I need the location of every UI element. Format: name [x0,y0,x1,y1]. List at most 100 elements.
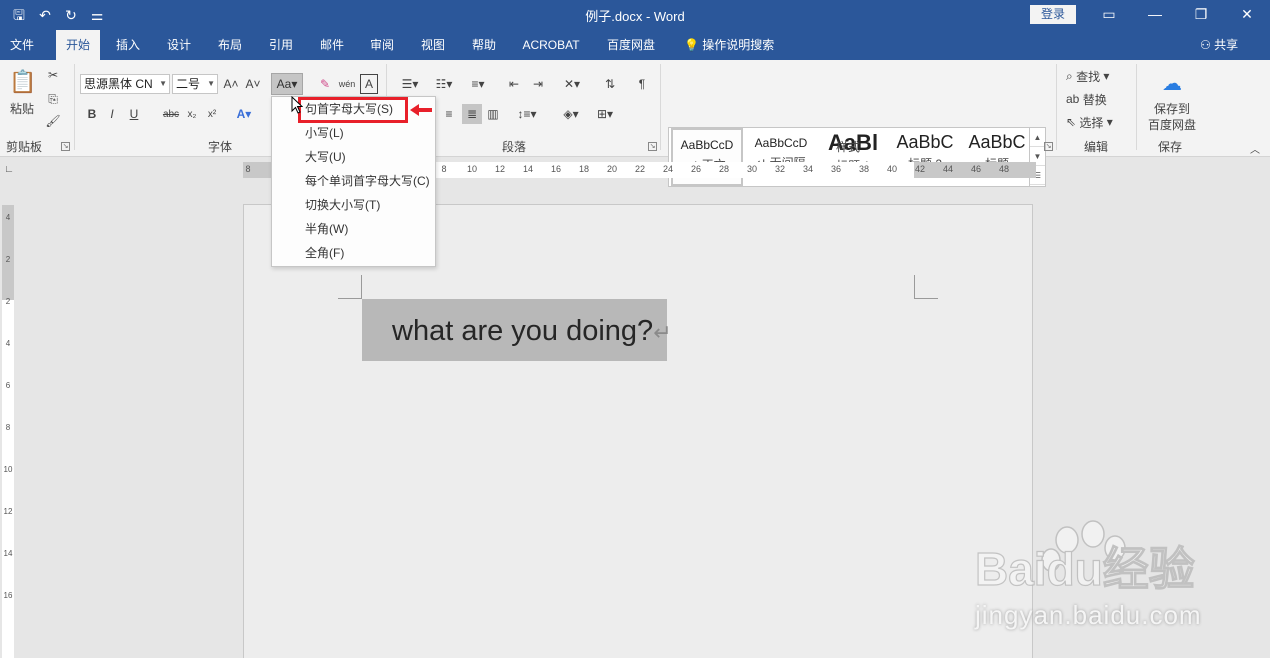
netdisk-label[interactable]: 百度网盘 [1144,116,1200,132]
find-label: 查找 [1076,69,1101,84]
menu-item-lowercase[interactable]: 小写(L) [272,121,435,145]
ruler-tick-label: 38 [858,164,870,174]
borders-icon[interactable]: ⊞▾ [590,104,620,124]
ribbon-display-icon[interactable]: ▭ [1086,0,1132,30]
menu-item-toggle-case[interactable]: 切换大小写(T) [272,193,435,217]
font-size-combo[interactable]: 二号 ▼ [172,74,218,94]
undo-icon[interactable]: ↶ [34,4,56,26]
tab-design[interactable]: 设计 [157,30,201,60]
menu-item-capitalize-each-word[interactable]: 每个单词首字母大写(C) [272,169,435,193]
text-effects-icon[interactable]: A▾ [232,104,256,124]
save-to-label[interactable]: 保存到 [1144,100,1200,116]
person-icon: ⚇ [1200,38,1211,52]
show-marks-icon[interactable]: ¶ [632,74,652,94]
character-border-icon[interactable]: A [360,74,378,94]
save-icon[interactable]: 🖫 [8,4,30,26]
sort-icon[interactable]: ⇅ [600,74,620,94]
ruler-tick-label: 10 [3,465,13,474]
cursor-icon: ⇖ [1066,115,1077,129]
find-button[interactable]: ⌕ 查找 ▾ [1066,66,1126,86]
tab-home[interactable]: 开始 [56,30,100,60]
replace-button[interactable]: ab 替换 [1066,89,1126,109]
ruler-tick-label: 6 [5,381,11,390]
tab-mailings[interactable]: 邮件 [310,30,354,60]
font-name-combo[interactable]: 思源黑体 CN ▼ [80,74,170,94]
phonetic-guide-icon[interactable]: wén [338,74,356,94]
superscript-button[interactable]: x² [204,104,220,124]
styles-launcher-icon[interactable]: ↘ [1044,142,1053,151]
collapse-ribbon-icon[interactable]: ︿ [1248,142,1262,156]
clear-formatting-icon[interactable]: ✎ [316,74,334,94]
chevron-down-icon: ▼ [207,79,215,88]
tell-me-search[interactable]: 💡 操作说明搜索 [684,30,774,60]
increase-indent-icon[interactable]: ⇥ [528,74,548,94]
tab-layout[interactable]: 布局 [208,30,252,60]
ruler-tick-label: 8 [441,164,447,174]
ruler-tick-label: 12 [494,164,506,174]
tab-acrobat[interactable]: ACROBAT [516,30,586,60]
subscript-button[interactable]: x₂ [184,104,200,124]
vertical-ruler[interactable]: 4 2 2 4 6 8 10 12 14 16 [2,205,14,658]
scroll-up-icon[interactable]: ▲ [1030,128,1045,147]
tab-references[interactable]: 引用 [259,30,303,60]
restore-icon[interactable]: ❐ [1178,0,1224,30]
multilevel-list-icon[interactable]: ≡▾ [464,74,492,94]
font-group-label: 字体 [208,140,233,154]
shrink-font-icon[interactable]: A˅ [244,74,262,94]
paste-label[interactable]: 粘贴 [6,100,38,116]
title-bar: 🖫 ↶ ↻ ⚌ 例子.docx - Word 登录 ▭ — ❐ ✕ [0,0,1270,30]
strikethrough-button[interactable]: abc [160,104,182,124]
ribbon: 📋 粘贴 ✂ ⎘ 🖌 剪贴板 ↘ 思源黑体 CN ▼ 二号 ▼ A˄ A˅ B I … [0,60,1270,187]
tab-baidu-netdisk[interactable]: 百度网盘 [598,30,664,60]
bold-button[interactable]: B [84,104,100,124]
change-case-button[interactable]: Aa▾ [271,73,303,95]
paragraph-launcher-icon[interactable]: ↘ [648,142,657,151]
menu-item-half-width[interactable]: 半角(W) [272,217,435,241]
tab-selector-icon[interactable]: ∟ [0,160,18,180]
justify-icon[interactable]: ≣ [462,104,482,124]
numbering-icon[interactable]: ☷▾ [430,74,458,94]
chinese-layout-icon[interactable]: ✕▾ [558,74,586,94]
tab-file[interactable]: 文件 [0,30,44,60]
format-painter-icon[interactable]: 🖌 [44,112,62,130]
clipboard-launcher-icon[interactable]: ↘ [61,142,70,151]
select-button[interactable]: ⇖ 选择 ▾ [1066,112,1126,132]
chevron-down-icon: ▼ [159,79,167,88]
distributed-icon[interactable]: ▥ [484,104,502,124]
menu-item-full-width[interactable]: 全角(F) [272,241,435,265]
ruler-tick-label: 40 [886,164,898,174]
watermark-brand: Baidu经验 [975,543,1195,595]
paste-icon[interactable]: 📋 [8,68,38,96]
style-preview: AaBbCcD [754,136,808,150]
separator [1056,64,1057,150]
ruler-tick-label: 28 [718,164,730,174]
underline-button[interactable]: U [126,104,142,124]
customize-qat-icon[interactable]: ⚌ [86,4,108,26]
menu-item-uppercase[interactable]: 大写(U) [272,145,435,169]
document-page[interactable]: what are you doing?↵ [243,204,1033,658]
line-spacing-icon[interactable]: ↕≡▾ [512,104,542,124]
share-button[interactable]: ⚇ 共享 [1200,30,1238,60]
ruler-tick-label: 14 [522,164,534,174]
tab-review[interactable]: 审阅 [360,30,404,60]
minimize-icon[interactable]: — [1132,0,1178,30]
close-icon[interactable]: ✕ [1224,0,1270,30]
document-text[interactable]: what are you doing?↵ [392,315,672,348]
baidu-cloud-icon[interactable]: ☁ [1158,70,1186,96]
tab-view[interactable]: 视图 [411,30,455,60]
shading-icon[interactable]: ◈▾ [556,104,586,124]
tab-help[interactable]: 帮助 [462,30,506,60]
redo-icon[interactable]: ↻ [60,4,82,26]
bullets-icon[interactable]: ☰▾ [396,74,424,94]
italic-button[interactable]: I [104,104,120,124]
grow-font-icon[interactable]: A˄ [222,74,240,94]
decrease-indent-icon[interactable]: ⇤ [504,74,524,94]
annotation-highlight-box [298,97,408,123]
paragraph-mark: ↵ [653,320,672,345]
crop-mark [338,275,362,299]
login-button[interactable]: 登录 [1030,5,1076,24]
copy-icon[interactable]: ⎘ [44,90,62,108]
align-right-icon[interactable]: ≡ [440,104,458,124]
cut-icon[interactable]: ✂ [44,66,62,84]
tab-insert[interactable]: 插入 [106,30,150,60]
